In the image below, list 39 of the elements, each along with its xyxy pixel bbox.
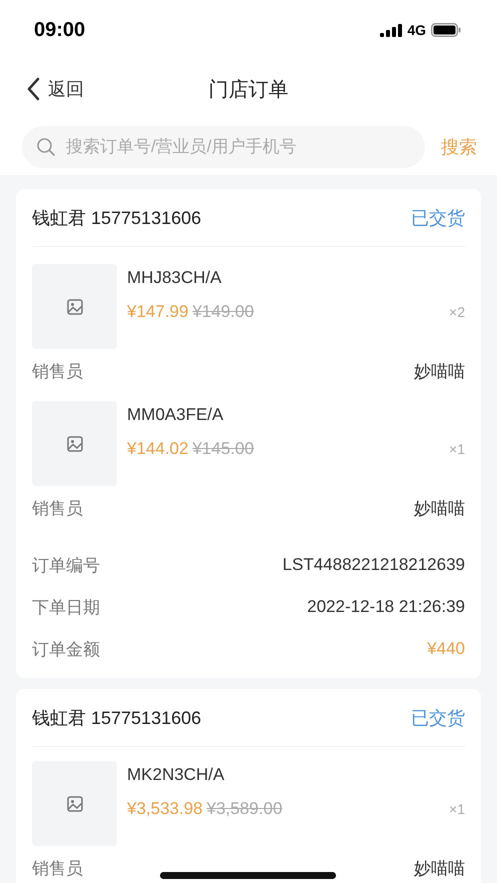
original-price: ¥149.00 [192,302,254,322]
clock-time: 09:00 [34,18,86,42]
back-button[interactable]: 返回 [26,60,84,118]
image-icon [66,298,82,314]
detail-value: ¥440 [427,639,465,659]
detail-value: 2022-12-18 21:26:39 [307,597,465,617]
quantity-label: ×1 [449,801,465,817]
seller-name: 妙喵喵 [414,360,465,382]
seller-name: 妙喵喵 [414,858,465,880]
detail-value: LST4488221218212639 [282,555,465,575]
original-price: ¥3,589.00 [206,799,282,819]
seller-label: 销售员 [32,498,83,520]
seller-label: 销售员 [32,858,83,880]
back-icon [26,77,40,101]
detail-label: 下单日期 [32,596,100,618]
order-status: 已交货 [411,706,465,730]
original-price: ¥145.00 [192,439,254,459]
sale-price: ¥147.99 [127,302,188,322]
product-code: MK2N3CH/A [127,765,226,785]
detail-label: 订单编号 [32,554,100,576]
image-icon [66,436,82,452]
seller-label: 销售员 [32,360,83,382]
detail-label: 订单金额 [32,638,100,660]
seller-name: 妙喵喵 [414,498,465,520]
image-icon [66,796,82,812]
quantity-label: ×2 [449,304,465,320]
sale-price: ¥144.02 [127,439,188,459]
product-code: MHJ83CH/A [127,268,222,288]
page-title: 门店订单 [208,78,288,102]
product-code: MM0A3FE/A [127,405,224,425]
quantity-label: ×1 [449,441,465,457]
customer-info: 钱虹君 15775131606 [32,706,202,730]
signal-icon [380,24,402,36]
network-label: 4G [407,22,426,38]
search-field[interactable]: 搜索订单号/营业员/用户手机号 [22,126,425,168]
customer-info: 钱虹君 15775131606 [32,206,202,230]
battery-icon [431,23,461,37]
order-status: 已交货 [411,206,465,230]
sale-price: ¥3,533.98 [127,799,203,819]
